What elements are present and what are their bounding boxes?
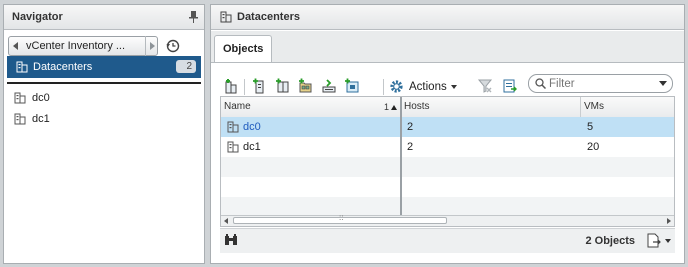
search-icon <box>535 78 546 89</box>
datacenters-panel: Datacenters Objects Actions Filter Name … <box>210 4 685 264</box>
page-title: Datacenters <box>237 11 300 23</box>
column-label: Hosts <box>404 101 430 112</box>
cell-hosts: 2 <box>407 141 414 153</box>
filter-input[interactable] <box>549 76 649 91</box>
sort-ascending-icon <box>391 105 397 111</box>
navigator-title: Navigator <box>12 11 63 23</box>
table-row[interactable]: dc0 2 5 <box>221 117 674 137</box>
deploy-ovf-icon[interactable] <box>321 78 337 94</box>
horizontal-scrollbar[interactable]: :: <box>221 213 674 226</box>
nav-item-label: dc0 <box>32 92 50 104</box>
forward-arrow-icon <box>150 42 155 50</box>
cell-name[interactable]: dc0 <box>221 117 401 137</box>
empty-row <box>221 197 674 217</box>
chevron-down-icon <box>450 84 457 89</box>
empty-row <box>221 157 674 177</box>
column-label: VMs <box>584 101 604 112</box>
datacenter-icon <box>14 92 26 104</box>
chevron-down-icon[interactable] <box>659 81 667 86</box>
column-label: Name <box>224 101 251 112</box>
sort-indicator: 1 <box>384 97 397 117</box>
back-arrow-icon <box>13 42 18 50</box>
export-icon[interactable] <box>647 233 661 248</box>
tab-objects[interactable]: Objects <box>214 35 273 62</box>
back-to-inventory-button[interactable]: vCenter Inventory ... <box>8 36 158 56</box>
datacenter-icon <box>14 113 26 125</box>
object-count: 2 Objects <box>585 235 635 247</box>
datacenter-icon <box>227 121 239 133</box>
filter-search-box[interactable] <box>528 74 673 93</box>
back-button-label: vCenter Inventory ... <box>26 40 126 52</box>
nav-item-dc0[interactable]: dc0 <box>14 89 50 107</box>
gear-icon <box>390 80 403 93</box>
count-badge: 2 <box>176 60 196 73</box>
table-footer: 2 Objects <box>220 228 675 253</box>
main-header: Datacenters <box>211 5 684 30</box>
nav-item-label: dc1 <box>32 113 50 125</box>
tab-bar: Objects <box>211 31 684 63</box>
scroll-right-icon[interactable] <box>667 218 671 224</box>
actions-menu-button[interactable]: Actions <box>389 78 457 96</box>
datacenter-link[interactable]: dc0 <box>243 121 261 133</box>
history-icon[interactable] <box>166 39 180 53</box>
new-vm-icon[interactable] <box>344 78 360 94</box>
navigator-header: Navigator <box>4 5 204 30</box>
add-host-icon[interactable] <box>252 78 268 94</box>
datacenter-icon <box>16 61 28 73</box>
scroll-left-icon[interactable] <box>224 218 228 224</box>
cell-vms: 20 <box>587 141 600 153</box>
column-header-vms[interactable]: VMs <box>581 97 674 117</box>
new-datacenter-icon[interactable] <box>223 78 239 94</box>
datacenter-icon <box>220 11 232 23</box>
nav-item-datacenters-selected[interactable]: Datacenters 2 <box>7 56 201 78</box>
nav-divider <box>7 82 201 84</box>
cell-vms: 5 <box>587 121 594 133</box>
new-cluster-icon[interactable] <box>275 78 291 94</box>
column-header-hosts[interactable]: Hosts <box>401 97 581 117</box>
table-header: Name 1 Hosts VMs <box>221 97 674 118</box>
binoculars-icon[interactable] <box>224 234 238 246</box>
table-row[interactable]: dc1 2 20 <box>221 137 674 157</box>
navigator-panel: Navigator vCenter Inventory ... Datacent… <box>3 4 205 264</box>
cell-hosts: 2 <box>407 121 414 133</box>
column-header-name[interactable]: Name 1 <box>221 97 401 117</box>
nav-item-label: Datacenters <box>33 61 93 73</box>
forward-button[interactable] <box>145 36 159 56</box>
empty-row <box>221 177 674 197</box>
datacenter-link[interactable]: dc1 <box>243 141 261 153</box>
nav-item-dc1[interactable]: dc1 <box>14 110 50 128</box>
clear-filter-icon[interactable] <box>477 78 493 94</box>
toolbar-separator <box>244 79 245 95</box>
pin-icon[interactable] <box>189 11 198 23</box>
export-list-icon[interactable] <box>502 78 518 94</box>
objects-table: Name 1 Hosts VMs dc0 2 5 dc1 2 20:: <box>220 96 675 227</box>
new-folder-icon[interactable] <box>298 78 314 94</box>
toolbar-separator <box>383 79 384 95</box>
scroll-grip-icon: :: <box>339 213 344 222</box>
cell-name[interactable]: dc1 <box>221 137 401 157</box>
column-resize-handle[interactable] <box>400 97 402 216</box>
chevron-down-icon[interactable] <box>665 239 671 243</box>
inventory-nav-row: vCenter Inventory ... <box>8 36 202 58</box>
datacenter-icon <box>227 141 239 153</box>
actions-label: Actions <box>409 81 447 93</box>
